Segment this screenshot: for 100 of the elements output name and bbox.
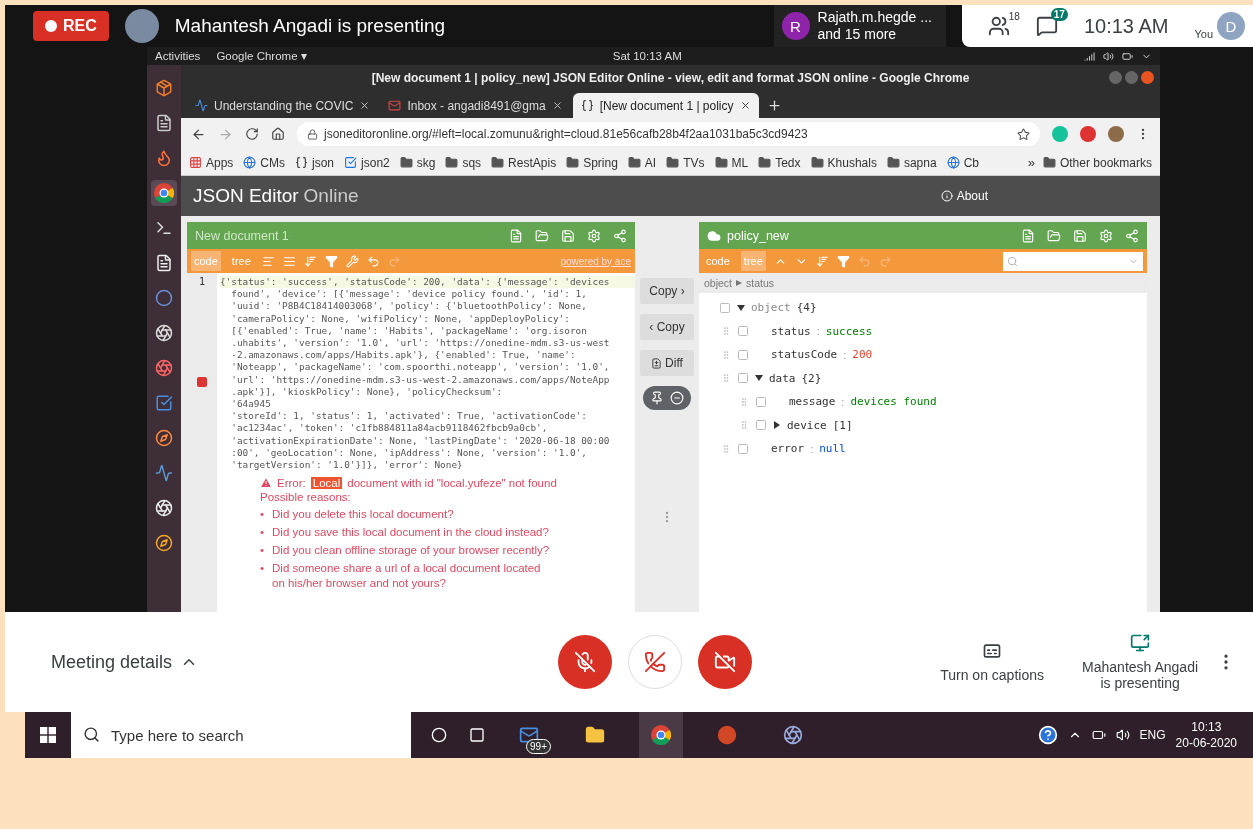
copy-button[interactable]: Diff	[640, 350, 694, 376]
new-file-icon[interactable]	[1021, 228, 1035, 243]
expand-triangle-icon[interactable]	[773, 421, 781, 430]
chrome-logo-icon[interactable]	[154, 183, 174, 203]
breadcrumb-item[interactable]: object	[704, 277, 733, 289]
drag-handle-icon[interactable]	[721, 326, 731, 337]
copy-button[interactable]: Copy ›	[640, 278, 694, 304]
bookmark[interactable]: Spring	[566, 155, 618, 170]
bookmark[interactable]: sapna	[886, 155, 937, 170]
share-icon[interactable]	[1125, 228, 1139, 243]
more-bookmarks[interactable]: »	[1027, 155, 1035, 170]
bookmark[interactable]: CMs	[243, 155, 286, 170]
mic-off-button[interactable]	[558, 635, 613, 689]
star-icon[interactable]	[1017, 127, 1030, 141]
bookmark[interactable]: sqs	[445, 155, 482, 170]
captions-button[interactable]: Turn on captions	[932, 641, 1053, 683]
copy-button[interactable]: ‹ Copy	[640, 314, 694, 340]
sort-icon[interactable]	[815, 254, 829, 268]
bookmark[interactable]: Apps	[189, 155, 234, 170]
package-icon[interactable]	[155, 79, 173, 97]
bookmark[interactable]: AI	[627, 155, 657, 170]
bookmark[interactable]: Tedx	[758, 155, 801, 170]
activity-icon[interactable]	[155, 464, 173, 482]
bookmark[interactable]: json2	[344, 155, 390, 170]
save-icon[interactable]	[561, 228, 575, 243]
bookmark[interactable]: RestApis	[491, 155, 557, 170]
settings-icon[interactable]	[1099, 228, 1113, 243]
checkbox-icon[interactable]	[755, 419, 767, 432]
bookmark[interactable]: Cb	[946, 155, 979, 170]
minus-icon[interactable]	[670, 391, 684, 405]
pin-icon[interactable]	[650, 391, 664, 405]
collapse-triangle-icon[interactable]	[737, 303, 745, 312]
reload-icon[interactable]	[245, 127, 259, 141]
taskbar-search-field[interactable]: Type here to search	[71, 712, 411, 758]
breadcrumb-item[interactable]: status	[746, 277, 775, 289]
compass-icon[interactable]	[155, 534, 173, 552]
checkbox-icon[interactable]	[737, 442, 749, 455]
document-icon[interactable]	[155, 254, 173, 272]
settings-icon[interactable]	[587, 228, 601, 243]
sort-icon[interactable]	[303, 254, 317, 268]
bookmark[interactable]: TVs	[666, 155, 705, 170]
drag-handle-icon[interactable]	[721, 443, 731, 454]
checkbox-icon[interactable]	[719, 301, 731, 314]
close-button[interactable]	[1141, 71, 1154, 84]
drag-handle-icon[interactable]	[739, 396, 749, 407]
filter-icon[interactable]	[836, 254, 850, 268]
collapse-triangle-icon[interactable]	[755, 374, 763, 383]
format-icon[interactable]	[261, 254, 275, 268]
terminal-icon[interactable]	[155, 219, 173, 237]
activities-link[interactable]: Activities	[155, 50, 201, 62]
home-icon[interactable]	[271, 127, 285, 141]
bookmark[interactable]: Khushals	[810, 155, 877, 170]
bookmark[interactable]: skg	[399, 155, 436, 170]
bookmark[interactable]: json	[295, 155, 335, 170]
checkbox-icon[interactable]	[155, 394, 173, 412]
checkbox-icon[interactable]	[737, 325, 749, 338]
about-link[interactable]: About	[940, 189, 988, 203]
maximize-button[interactable]	[1125, 71, 1138, 84]
open-folder-icon[interactable]	[1047, 228, 1061, 243]
bookmark[interactable]: ML	[714, 155, 749, 170]
close-icon[interactable]	[359, 100, 371, 111]
drag-handle-icon[interactable]	[739, 420, 749, 431]
hang-up-button[interactable]	[628, 635, 683, 689]
task-view-icon[interactable]	[469, 727, 485, 743]
close-icon[interactable]	[739, 100, 751, 111]
filter-icon[interactable]	[324, 254, 338, 268]
drag-handle-icon[interactable]	[721, 349, 731, 360]
flame-icon[interactable]	[155, 149, 173, 167]
new-tab-icon[interactable]	[766, 98, 782, 113]
wrench-icon[interactable]	[345, 254, 359, 268]
address-bar[interactable]: jsoneditoronline.org/#left=local.zomunu&right=cloud.81e56cafb28b4f2aa1031ba5c3cd9423	[297, 122, 1040, 146]
windows-logo-icon[interactable]	[40, 727, 56, 743]
checkbox-icon[interactable]	[737, 348, 749, 361]
compass-icon[interactable]	[155, 429, 173, 447]
folder-icon[interactable]	[585, 725, 605, 745]
battery-icon[interactable]	[1091, 728, 1106, 742]
search-field[interactable]	[1003, 251, 1143, 271]
save-icon[interactable]	[1073, 228, 1087, 243]
browser-tab[interactable]: [New document 1 | policy	[572, 93, 759, 118]
close-icon[interactable]	[551, 100, 563, 111]
extension-icon[interactable]	[1080, 126, 1096, 142]
compact-icon[interactable]	[282, 254, 296, 268]
presenting-button[interactable]: Mahantesh Angadi is presenting	[1078, 633, 1203, 691]
drag-handle-icon[interactable]	[721, 373, 731, 384]
profile-avatar[interactable]	[1108, 126, 1124, 142]
camera-off-button[interactable]	[698, 635, 753, 689]
aperture-icon[interactable]	[155, 359, 173, 377]
taskbar-clock[interactable]: 10:13 20-06-2020	[1175, 719, 1237, 751]
participants-chip[interactable]: R Rajath.m.hegde ... and 15 more	[773, 5, 946, 47]
checkbox-icon[interactable]	[755, 395, 767, 408]
back-icon[interactable]	[191, 126, 206, 142]
language-indicator[interactable]: ENG	[1139, 728, 1166, 742]
share-icon[interactable]	[613, 228, 627, 243]
mail-app-icon[interactable]: 99+	[507, 712, 551, 758]
meeting-details-button[interactable]: Meeting details	[51, 651, 199, 673]
circle-icon[interactable]	[155, 289, 173, 307]
chrome-logo-icon[interactable]	[651, 725, 671, 745]
other-bookmarks[interactable]: Other bookmarks	[1042, 155, 1152, 170]
new-file-icon[interactable]	[509, 228, 523, 243]
help-icon[interactable]	[1037, 725, 1058, 745]
